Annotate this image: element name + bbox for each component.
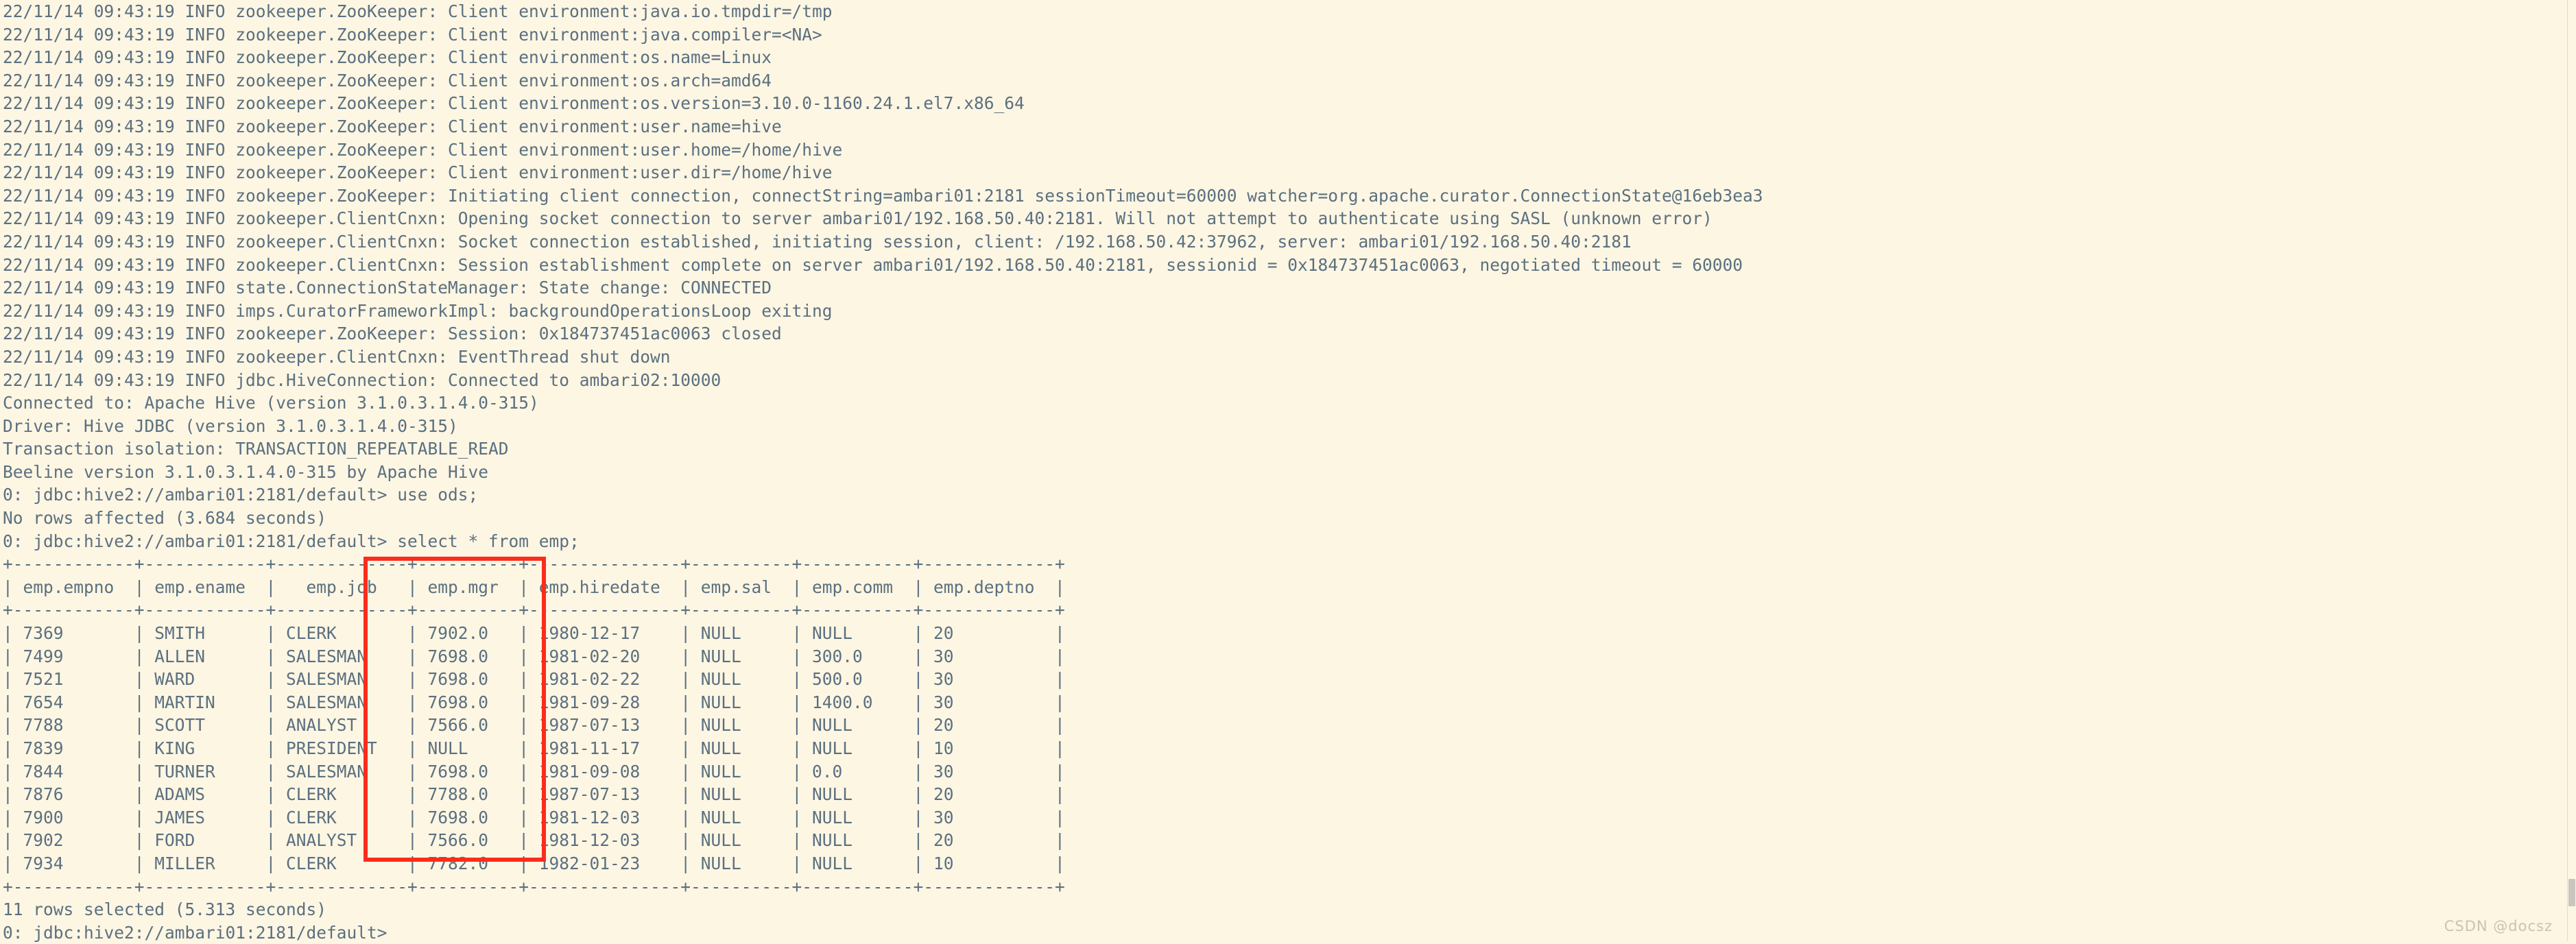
terminal-line: 22/11/14 09:43:19 INFO zookeeper.ZooKeep…: [3, 47, 772, 68]
terminal-line: | 7369 | SMITH | CLERK | 7902.0 | 1980-1…: [3, 623, 1065, 644]
terminal-line: 22/11/14 09:43:19 INFO jdbc.HiveConnecti…: [3, 370, 721, 390]
terminal-line: | 7654 | MARTIN | SALESMAN | 7698.0 | 19…: [3, 692, 1065, 712]
terminal-line: | 7788 | SCOTT | ANALYST | 7566.0 | 1987…: [3, 715, 1065, 736]
terminal-line: 22/11/14 09:43:19 INFO zookeeper.ZooKeep…: [3, 116, 782, 136]
terminal-line: +------------+------------+-------------…: [3, 554, 1065, 574]
terminal-line: Beeline version 3.1.0.3.1.4.0-315 by Apa…: [3, 461, 489, 482]
terminal-line: | 7839 | KING | PRESIDENT | NULL | 1981-…: [3, 738, 1065, 758]
terminal-line: Transaction isolation: TRANSACTION_REPEA…: [3, 439, 509, 459]
terminal-line: 0: jdbc:hive2://ambari01:2181/default> u…: [3, 485, 479, 505]
terminal-line: 22/11/14 09:43:19 INFO state.ConnectionS…: [3, 278, 772, 298]
terminal-line: | 7521 | WARD | SALESMAN | 7698.0 | 1981…: [3, 669, 1065, 690]
terminal-line: 11 rows selected (5.313 seconds): [3, 899, 327, 920]
terminal-line: No rows affected (3.684 seconds): [3, 508, 327, 529]
terminal-line: 22/11/14 09:43:19 INFO zookeeper.ZooKeep…: [3, 24, 822, 45]
terminal-window[interactable]: 22/11/14 09:43:19 INFO zookeeper.ZooKeep…: [0, 0, 2576, 944]
terminal-line: 22/11/14 09:43:19 INFO zookeeper.ClientC…: [3, 254, 1743, 275]
terminal-line: 22/11/14 09:43:19 INFO zookeeper.ClientC…: [3, 346, 671, 367]
terminal-line: | 7844 | TURNER | SALESMAN | 7698.0 | 19…: [3, 761, 1065, 782]
terminal-line: 22/11/14 09:43:19 INFO zookeeper.ZooKeep…: [3, 70, 772, 90]
terminal-output: 22/11/14 09:43:19 INFO zookeeper.ZooKeep…: [3, 0, 2576, 944]
terminal-line: | 7499 | ALLEN | SALESMAN | 7698.0 | 198…: [3, 646, 1065, 666]
terminal-line: | 7876 | ADAMS | CLERK | 7788.0 | 1987-0…: [3, 784, 1065, 805]
terminal-line: 22/11/14 09:43:19 INFO imps.CuratorFrame…: [3, 300, 833, 321]
terminal-line: 0: jdbc:hive2://ambari01:2181/default> s…: [3, 531, 580, 551]
terminal-line: 22/11/14 09:43:19 INFO zookeeper.ClientC…: [3, 208, 1713, 229]
terminal-line: +------------+------------+-------------…: [3, 876, 1065, 897]
terminal-line: | 7900 | JAMES | CLERK | 7698.0 | 1981-1…: [3, 807, 1065, 827]
terminal-line: +------------+------------+-------------…: [3, 600, 1065, 620]
terminal-line: 0: jdbc:hive2://ambari01:2181/default>: [3, 922, 387, 943]
terminal-line: 22/11/14 09:43:19 INFO zookeeper.ZooKeep…: [3, 93, 1025, 114]
watermark: CSDN @docsz: [2444, 918, 2553, 934]
terminal-line: 22/11/14 09:43:19 INFO zookeeper.ZooKeep…: [3, 162, 833, 183]
terminal-line: 22/11/14 09:43:19 INFO zookeeper.ZooKeep…: [3, 185, 1763, 206]
terminal-line: 22/11/14 09:43:19 INFO zookeeper.ClientC…: [3, 231, 1632, 252]
terminal-line: Connected to: Apache Hive (version 3.1.0…: [3, 393, 539, 413]
terminal-line: Driver: Hive JDBC (version 3.1.0.3.1.4.0…: [3, 415, 458, 436]
terminal-line: | 7902 | FORD | ANALYST | 7566.0 | 1981-…: [3, 830, 1065, 851]
terminal-line: 22/11/14 09:43:19 INFO zookeeper.ZooKeep…: [3, 324, 782, 344]
terminal-line: 22/11/14 09:43:19 INFO zookeeper.ZooKeep…: [3, 139, 843, 160]
terminal-line: | 7934 | MILLER | CLERK | 7782.0 | 1982-…: [3, 853, 1065, 873]
terminal-line: 22/11/14 09:43:19 INFO zookeeper.ZooKeep…: [3, 1, 833, 21]
terminal-line: | emp.empno | emp.ename | emp.job | emp.…: [3, 577, 1065, 597]
